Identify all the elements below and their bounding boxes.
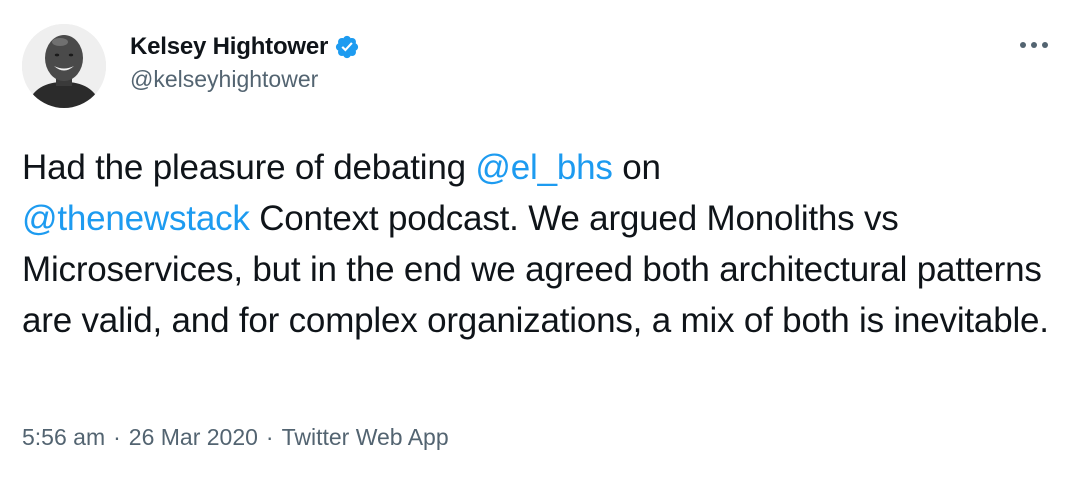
- tweet-text-segment: on: [612, 148, 661, 187]
- avatar-image: [22, 24, 106, 108]
- mention-link-thenewstack[interactable]: @thenewstack: [22, 199, 250, 238]
- tweet-text-segment: Had the pleasure of debating: [22, 148, 476, 187]
- handle[interactable]: @kelseyhightower: [130, 66, 360, 93]
- avatar[interactable]: [22, 24, 106, 108]
- tweet-text: Had the pleasure of debating @el_bhs on …: [22, 142, 1052, 346]
- tweet-date[interactable]: 26 Mar 2020: [129, 424, 258, 451]
- tweet-time[interactable]: 5:56 am: [22, 424, 105, 451]
- tweet-meta: 5:56 am · 26 Mar 2020 · Twitter Web App: [22, 424, 449, 451]
- meta-separator: ·: [113, 424, 121, 450]
- tweet-source-link[interactable]: Twitter Web App: [282, 424, 449, 451]
- meta-separator: ·: [265, 424, 274, 450]
- display-name[interactable]: Kelsey Hightower: [130, 33, 328, 61]
- author-block: Kelsey Hightower @kelseyhightower: [130, 30, 360, 93]
- mention-link-el-bhs[interactable]: @el_bhs: [475, 148, 612, 187]
- verified-badge-icon: [334, 34, 360, 60]
- more-options-button[interactable]: [1014, 30, 1054, 60]
- name-row: Kelsey Hightower: [130, 30, 360, 64]
- more-horizontal-icon: [1020, 42, 1048, 48]
- tweet-card: Kelsey Hightower @kelseyhightower Had th…: [0, 0, 1080, 489]
